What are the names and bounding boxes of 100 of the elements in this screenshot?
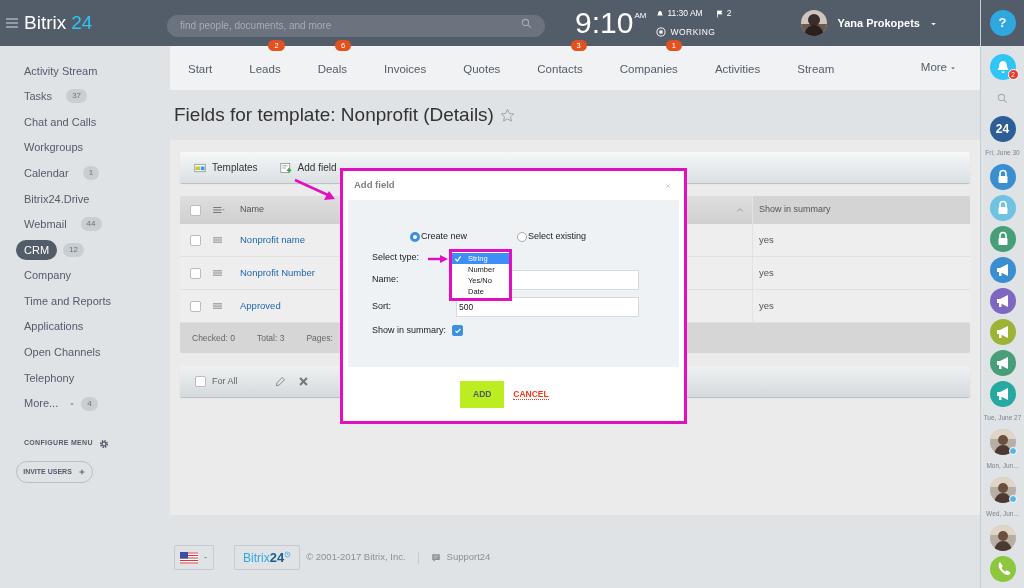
pencil-icon[interactable]	[273, 375, 286, 388]
field-label: Show in summary:	[372, 323, 447, 337]
logo-badge[interactable]: 24	[989, 116, 1016, 142]
column-header[interactable]: Show in summary	[759, 203, 831, 217]
sidebar-item[interactable]: Workgroups	[16, 139, 92, 156]
megaphone-icon[interactable]	[989, 288, 1016, 314]
checkbox[interactable]	[190, 204, 201, 216]
add-button[interactable]: ADD	[460, 380, 505, 408]
megaphone-icon[interactable]	[989, 257, 1016, 283]
checkbox[interactable]	[190, 300, 201, 312]
dialog-title: Add field	[354, 178, 395, 193]
nav-tab[interactable]: Start	[188, 63, 213, 75]
drag-handle-icon[interactable]	[212, 268, 223, 278]
field-label: Select type:	[372, 251, 420, 265]
field-link[interactable]: Approved	[240, 299, 281, 311]
chat-icon	[430, 552, 441, 563]
nav-tab[interactable]: Leads	[249, 63, 281, 75]
sidebar-item[interactable]: Open Channels	[16, 344, 109, 361]
megaphone-icon[interactable]	[989, 350, 1016, 376]
sidebar-item[interactable]: CRM	[16, 239, 58, 261]
sidebar-item[interactable]: Bitrix24.Drive	[16, 190, 98, 207]
column-header[interactable]: Name	[240, 203, 264, 217]
caret-icon	[203, 555, 208, 560]
footer-text: Checked: 0	[192, 331, 235, 345]
field-label: Sort:	[372, 299, 392, 313]
sidebar-item[interactable]: More...	[16, 395, 67, 412]
sort-field[interactable]: 500	[456, 296, 639, 317]
language-button[interactable]	[174, 545, 214, 570]
radio-label: Create new	[421, 230, 468, 243]
sidebar-item[interactable]: Chat and Calls	[16, 113, 105, 131]
count-badge: 37	[66, 89, 88, 104]
count-badge: 12	[63, 242, 84, 257]
lock-icon[interactable]	[989, 164, 1016, 190]
toolbar-button[interactable]: Add field	[279, 160, 337, 175]
lock-icon[interactable]	[989, 226, 1016, 252]
logo-number: 24	[71, 10, 93, 35]
checkbox[interactable]	[190, 267, 201, 279]
field-label: Name:	[372, 272, 400, 286]
plus-icon	[77, 467, 86, 476]
star-icon[interactable]	[499, 107, 515, 123]
clock-icon	[284, 551, 292, 558]
field-link[interactable]: Nonprofit name	[240, 233, 305, 245]
caret-icon[interactable]	[950, 65, 956, 71]
delete-icon[interactable]	[297, 376, 309, 387]
megaphone-icon[interactable]	[989, 319, 1016, 345]
checkbox[interactable]	[190, 234, 201, 246]
close-icon[interactable]	[664, 181, 672, 190]
nav-tab[interactable]: Companies	[619, 63, 678, 75]
checkbox[interactable]	[195, 376, 206, 387]
clock-time: 9:10	[575, 8, 634, 38]
footer-logo[interactable]: Bitrix24	[234, 545, 301, 570]
flag-icon	[715, 9, 724, 18]
nav-tab[interactable]: Deals	[317, 63, 348, 75]
template-icon	[194, 161, 206, 174]
nav-tab[interactable]: Quotes	[463, 63, 501, 75]
sort-icon[interactable]	[736, 206, 744, 214]
field-link[interactable]: Nonprofit Number	[240, 266, 315, 278]
checkbox[interactable]	[452, 325, 464, 336]
nav-tab[interactable]: Stream	[797, 63, 835, 75]
sidebar-item[interactable]: Webmail	[16, 216, 75, 233]
sidebar-item[interactable]: Company	[16, 267, 80, 284]
menu-icon[interactable]	[6, 16, 18, 30]
sidebar-item[interactable]: Calendar	[16, 164, 77, 182]
radio-button[interactable]	[410, 231, 420, 242]
drag-handle-icon[interactable]	[212, 235, 223, 245]
stop-icon[interactable]	[656, 27, 667, 38]
gear-icon[interactable]	[98, 438, 109, 449]
nav-tab[interactable]: Invoices	[384, 63, 427, 75]
phone-icon[interactable]	[989, 556, 1016, 582]
table-cell-text: yes	[759, 265, 774, 280]
table-cell-text: yes	[759, 232, 774, 247]
nav-tab[interactable]: Contacts	[537, 63, 583, 75]
clock-suffix: AM	[634, 10, 647, 22]
more-tab[interactable]: More	[920, 59, 947, 77]
table-cell-text: yes	[759, 298, 774, 313]
add-field-icon	[279, 161, 292, 174]
search-icon[interactable]	[997, 92, 1008, 104]
toolbar-button[interactable]: Templates	[194, 160, 258, 175]
alarm-icon	[656, 9, 665, 18]
sidebar-item[interactable]: Time and Reports	[16, 292, 120, 310]
radio-button[interactable]	[517, 231, 528, 242]
online-indicator	[1008, 495, 1017, 503]
megaphone-icon[interactable]	[989, 381, 1016, 407]
page-title: Fields for template: Nonprofit (Details)	[174, 102, 494, 127]
sidebar-item[interactable]: Tasks	[16, 88, 61, 105]
count-badge: 4	[81, 396, 98, 411]
flag-count: 2	[726, 7, 732, 20]
sidebar-item[interactable]: Telephony	[16, 369, 83, 387]
sidebar-item[interactable]: Activity Stream	[16, 62, 106, 80]
footer-text: Pages:	[306, 331, 333, 345]
nav-tab[interactable]: Activities	[714, 63, 761, 75]
work-status: WORKING	[670, 26, 716, 39]
count-badge: 44	[80, 217, 102, 232]
notification-icon[interactable]	[989, 54, 1016, 80]
cancel-link[interactable]: CANCEL	[513, 388, 549, 400]
lock-icon[interactable]	[989, 195, 1016, 221]
column-settings-icon[interactable]	[212, 205, 226, 215]
sidebar-item[interactable]: Applications	[16, 318, 92, 335]
user-name[interactable]: Yana Prokopets	[837, 14, 920, 32]
drag-handle-icon[interactable]	[212, 301, 223, 311]
